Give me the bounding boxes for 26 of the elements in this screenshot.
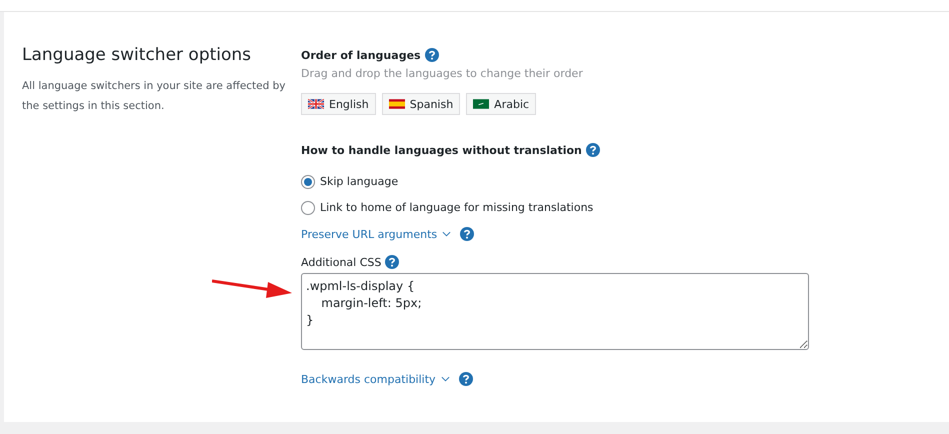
radio-label: Link to home of language for missing translations bbox=[320, 201, 594, 214]
language-chip[interactable]: English bbox=[301, 93, 376, 115]
radio-label: Skip language bbox=[320, 175, 398, 188]
language-chip[interactable]: Spanish bbox=[382, 93, 460, 115]
radio-button[interactable] bbox=[301, 200, 315, 214]
flag-icon bbox=[308, 99, 324, 109]
help-icon[interactable] bbox=[458, 372, 473, 386]
missing-label: How to handle languages without translation bbox=[301, 144, 582, 156]
chevron-icon bbox=[440, 376, 450, 382]
order-hint: Drag and drop the languages to change their order bbox=[301, 67, 584, 80]
help-icon[interactable] bbox=[424, 48, 439, 62]
chevron-icon bbox=[442, 231, 452, 237]
css-input[interactable]: .wpml-ls-display { margin-left: 5px; } bbox=[301, 273, 809, 350]
preserve-url-toggle[interactable]: Preserve URL arguments bbox=[301, 228, 452, 240]
language-chip[interactable]: Arabic bbox=[466, 93, 536, 115]
section-description: All language switchers in your site are affected by the settings in this section. bbox=[22, 79, 287, 114]
help-icon[interactable] bbox=[460, 227, 474, 241]
flag-icon bbox=[388, 99, 405, 109]
flag-icon bbox=[473, 99, 490, 109]
radio-button[interactable] bbox=[301, 174, 315, 188]
section-title: Language switcher options bbox=[22, 44, 252, 66]
backwards-compatibility-toggle[interactable]: Backwards compatibility bbox=[301, 372, 450, 386]
help-icon[interactable] bbox=[586, 143, 600, 157]
order-label: Order of languages bbox=[301, 48, 421, 62]
css-label: Additional CSS bbox=[301, 256, 382, 268]
help-icon[interactable] bbox=[385, 255, 400, 269]
